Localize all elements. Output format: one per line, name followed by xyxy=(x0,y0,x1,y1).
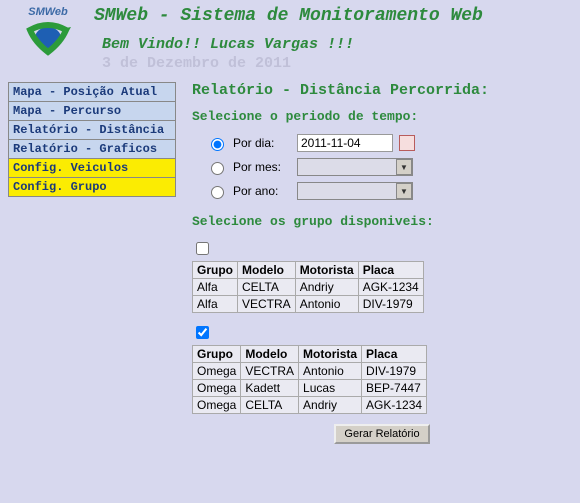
welcome-text: Bem Vindo!! Lucas Vargas !!! xyxy=(102,36,572,53)
table-row: OmegaKadettLucasBEP-7447 xyxy=(193,380,427,397)
table-row: OmegaCELTAAndriyAGK-1234 xyxy=(193,397,427,414)
por-ano-dropdown[interactable]: ▼ xyxy=(297,182,413,200)
table-cell: Antonio xyxy=(295,296,358,313)
logo-box: SMWeb xyxy=(8,6,88,58)
table-header: Placa xyxy=(362,346,427,363)
table-header: Motorista xyxy=(299,346,362,363)
group2-table: GrupoModeloMotoristaPlacaOmegaVECTRAAnto… xyxy=(192,345,427,414)
group1-checkbox[interactable] xyxy=(196,242,209,255)
logo-icon xyxy=(8,18,88,58)
radio-por-mes[interactable] xyxy=(211,162,224,175)
sidebar-item-4[interactable]: Config. Veiculos xyxy=(9,159,176,178)
table-cell: AGK-1234 xyxy=(362,397,427,414)
table-cell: Andriy xyxy=(295,279,358,296)
table-header: Modelo xyxy=(238,262,296,279)
sidebar: Mapa - Posição AtualMapa - PercursoRelat… xyxy=(8,82,176,197)
chevron-down-icon: ▼ xyxy=(396,159,412,175)
table-header: Grupo xyxy=(193,262,238,279)
period-label: Selecione o periodo de tempo: xyxy=(192,109,572,124)
table-row: OmegaVECTRAAntonioDIV-1979 xyxy=(193,363,427,380)
sidebar-item-2[interactable]: Relatório - Distância xyxy=(9,121,176,140)
content: Relatório - Distância Percorrida: Seleci… xyxy=(176,82,580,450)
table-cell: Alfa xyxy=(193,279,238,296)
table-cell: Antonio xyxy=(299,363,362,380)
table-cell: Kadett xyxy=(241,380,299,397)
por-dia-label: Por dia: xyxy=(233,136,291,150)
por-mes-label: Por mes: xyxy=(233,160,291,174)
table-cell: AGK-1234 xyxy=(358,279,423,296)
sidebar-item-1[interactable]: Mapa - Percurso xyxy=(9,102,176,121)
group2-checkbox[interactable] xyxy=(196,326,209,339)
table-row: AlfaCELTAAndriyAGK-1234 xyxy=(193,279,424,296)
chevron-down-icon: ▼ xyxy=(396,183,412,199)
app-title: SMWeb - Sistema de Monitoramento Web xyxy=(94,6,572,26)
table-cell: Andriy xyxy=(299,397,362,414)
table-cell: Omega xyxy=(193,363,241,380)
table-cell: BEP-7447 xyxy=(362,380,427,397)
table-cell: DIV-1979 xyxy=(358,296,423,313)
table-cell: Omega xyxy=(193,397,241,414)
table-row: AlfaVECTRAAntonioDIV-1979 xyxy=(193,296,424,313)
header: SMWeb SMWeb - Sistema de Monitoramento W… xyxy=(0,0,580,72)
header-text: SMWeb - Sistema de Monitoramento Web Bem… xyxy=(88,6,572,72)
table-header: Motorista xyxy=(295,262,358,279)
sidebar-item-3[interactable]: Relatório - Graficos xyxy=(9,140,176,159)
sidebar-item-5[interactable]: Config. Grupo xyxy=(9,178,176,197)
calendar-icon[interactable] xyxy=(399,135,415,151)
table-cell: VECTRA xyxy=(241,363,299,380)
radio-por-ano[interactable] xyxy=(211,186,224,199)
table-cell: VECTRA xyxy=(238,296,296,313)
por-dia-input[interactable] xyxy=(297,134,393,152)
table-cell: Omega xyxy=(193,380,241,397)
table-cell: CELTA xyxy=(238,279,296,296)
logo-label: SMWeb xyxy=(8,6,88,18)
table-cell: Alfa xyxy=(193,296,238,313)
por-mes-dropdown[interactable]: ▼ xyxy=(297,158,413,176)
report-title: Relatório - Distância Percorrida: xyxy=(192,82,572,99)
current-date: 3 de Dezembro de 2011 xyxy=(102,55,572,72)
table-cell: CELTA xyxy=(241,397,299,414)
table-cell: DIV-1979 xyxy=(362,363,427,380)
group1-table: GrupoModeloMotoristaPlacaAlfaCELTAAndriy… xyxy=(192,261,424,313)
groups-label: Selecione os grupo disponiveis: xyxy=(192,214,572,229)
table-header: Grupo xyxy=(193,346,241,363)
table-header: Modelo xyxy=(241,346,299,363)
table-cell: Lucas xyxy=(299,380,362,397)
sidebar-item-0[interactable]: Mapa - Posição Atual xyxy=(9,83,176,102)
table-header: Placa xyxy=(358,262,423,279)
radio-por-dia[interactable] xyxy=(211,138,224,151)
por-ano-label: Por ano: xyxy=(233,184,291,198)
generate-report-button[interactable]: Gerar Relatório xyxy=(334,424,429,444)
